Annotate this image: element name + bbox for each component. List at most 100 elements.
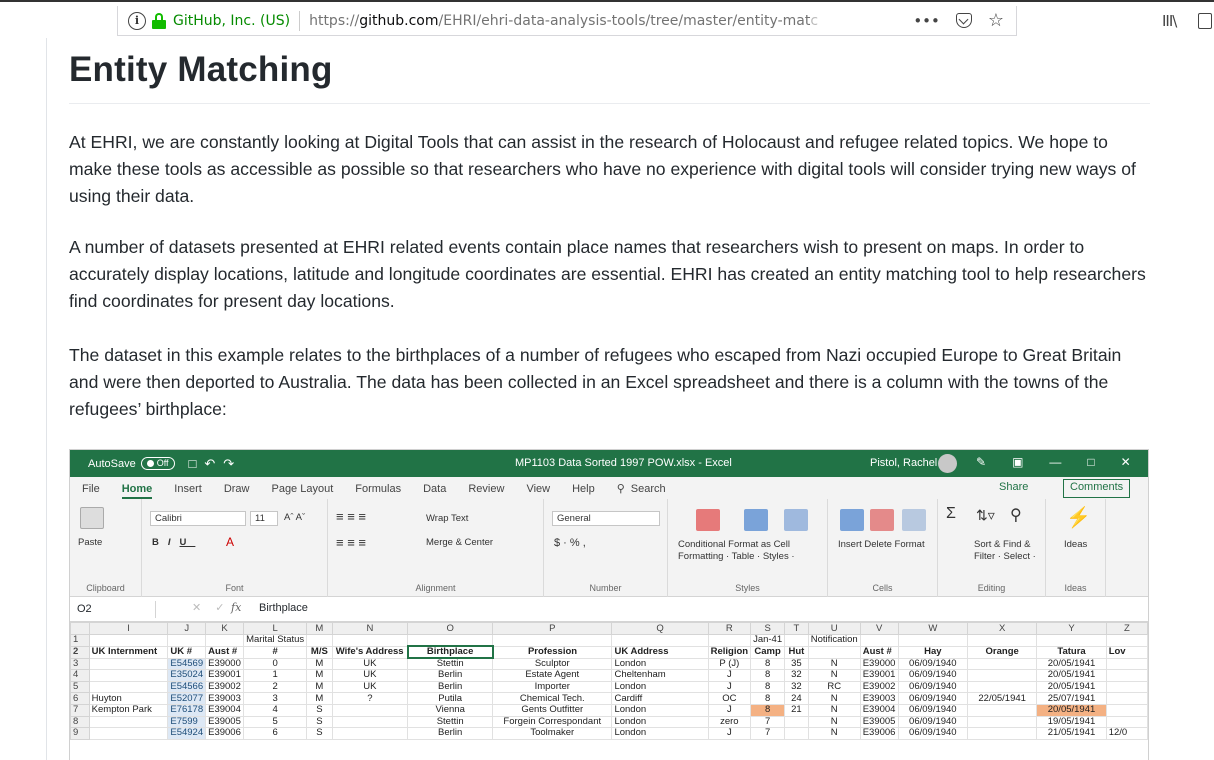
column-header: Q (611, 622, 709, 635)
table-cell: 21/05/1941 (1036, 727, 1107, 740)
table-cell: # (243, 645, 308, 659)
table-cell: J (707, 703, 752, 717)
delete-cells-icon (870, 509, 894, 531)
table-cell: London (611, 657, 709, 671)
table-cell: 20/05/1941 (1036, 703, 1107, 717)
conditional-formatting: Conditional Format as Cell (678, 539, 790, 550)
library-icon[interactable]: III\ (1162, 12, 1177, 30)
table-cell: Vienna (407, 703, 494, 717)
table-cell: J (707, 669, 752, 682)
table-cell: 20/05/1941 (1036, 669, 1107, 682)
tab-view: View (526, 483, 551, 495)
column-header: K (205, 622, 245, 635)
table-cell (1105, 669, 1148, 682)
ideas-button-label: Ideas (1064, 539, 1088, 550)
merge-center: Merge & Center (426, 537, 494, 548)
table-row: 6 Huyton E52077 E39003 3 M? Putila Chemical Tec… (70, 692, 1148, 705)
table-cell: London (611, 703, 709, 717)
tab-help: Help (572, 483, 595, 495)
table-cell: Wife's Address (331, 645, 409, 659)
table-cell (88, 669, 169, 682)
conditional-formatting-icon (696, 509, 720, 531)
lock-icon[interactable] (152, 12, 166, 29)
tab-page-layout: Page Layout (271, 483, 334, 495)
quick-access-icons: □↶↷ (188, 455, 243, 471)
pocket-icon[interactable] (955, 13, 972, 28)
bookmark-star-icon[interactable]: ☆ (988, 10, 1004, 31)
styles-group: Conditional Format as Cell Formatting · … (668, 499, 828, 597)
table-cell: E39003 (205, 692, 245, 705)
tab-draw: Draw (223, 483, 250, 495)
info-icon[interactable]: i (128, 11, 146, 30)
table-cell: OC (707, 692, 752, 705)
row-header: 5 (70, 680, 90, 694)
column-header: L (243, 622, 308, 635)
row-header: 2 (70, 645, 90, 659)
table-cell: Importer (492, 680, 613, 694)
table-cell: Marital Status (243, 634, 308, 647)
cells-group: Insert Delete Format Cells (828, 499, 938, 597)
table-cell (784, 727, 809, 740)
more-actions-icon[interactable]: ••• (913, 12, 940, 30)
column-header: Y (1036, 622, 1107, 635)
table-cell: 20/05/1941 (1036, 657, 1107, 671)
table-cell: UK Internment (88, 645, 169, 659)
table-cell: Hay (897, 645, 969, 659)
column-header: M (306, 622, 333, 635)
table-cell: zero (707, 715, 752, 729)
site-identity[interactable]: GitHub, Inc. (US) (173, 13, 290, 29)
table-cell: N (807, 703, 861, 717)
cells-label: Cells (872, 583, 893, 593)
row-header: 3 (70, 657, 90, 671)
styles-label: Styles (735, 583, 760, 593)
table-cell: S (306, 727, 333, 740)
table-cell: UK Address (611, 645, 709, 659)
table-cell: P (J) (707, 657, 752, 671)
name-box: O2 (74, 601, 156, 618)
table-row: 3 E54569 E39000 0 M UK Stettin Sculptor London P … (70, 657, 1148, 671)
table-cell: 7 (750, 715, 786, 729)
row-header: 1 (70, 634, 90, 647)
table-cell (1105, 657, 1148, 671)
editing-label: Editing (977, 583, 1006, 593)
table-cell: E52077 (167, 692, 207, 705)
table-cell: 06/09/1940 (897, 657, 969, 671)
table-cell: N (807, 727, 861, 740)
table-cell: Aust # (205, 645, 245, 659)
row-header: 8 (70, 715, 90, 729)
table-cell: London (611, 680, 709, 694)
table-cell: E39000 (205, 657, 245, 671)
filter-select-labels: Filter · Select · (974, 551, 1036, 562)
table-cell: N (807, 715, 861, 729)
table-cell: S (306, 703, 333, 717)
table-cell (1105, 692, 1148, 705)
table-cell (1105, 703, 1148, 717)
sidebar-icon[interactable] (1198, 13, 1212, 29)
table-cell: E39004 (205, 703, 245, 717)
row-header: 9 (70, 727, 90, 740)
alignment-group: ≡ ≡ ≡ Wrap Text ≡ ≡ ≡ Merge & Center Ali… (328, 499, 544, 597)
url-bar[interactable]: i GitHub, Inc. (US) https://github.com/E… (117, 6, 1017, 36)
table-cell (1105, 634, 1148, 647)
url-text[interactable]: https://github.com/EHRI/ehri-data-analys… (309, 13, 869, 29)
table-cell: Gents Outfitter (492, 703, 613, 717)
table-cell: S (306, 715, 333, 729)
user-name: Pistol, Rachel (870, 457, 938, 469)
table-cell: 06/09/1940 (897, 692, 969, 705)
table-cell: 5 (243, 715, 308, 729)
tab-insert: Insert (174, 483, 202, 495)
ribbon-tabs: File Home Insert Draw Page Layout Formul… (70, 477, 1148, 499)
column-header: V (859, 622, 899, 635)
table-cell: J (707, 727, 752, 740)
table-cell: E54569 (167, 657, 207, 671)
font-group: Calibri 11 Aˆ Aˇ BIU A Font (142, 499, 328, 597)
table-cell: Berlin (407, 680, 494, 694)
table-cell: 06/09/1940 (897, 715, 969, 729)
sort-find-labels: Sort & Find & (974, 539, 1031, 550)
table-cell: 06/09/1940 (897, 703, 969, 717)
table-cell: N (807, 692, 861, 705)
ideas-icon: ⚡ (1066, 507, 1091, 529)
autosave-toggle: Off (140, 457, 175, 470)
table-cell (897, 634, 969, 647)
percent-comma-icons: $ · % , (554, 537, 586, 549)
